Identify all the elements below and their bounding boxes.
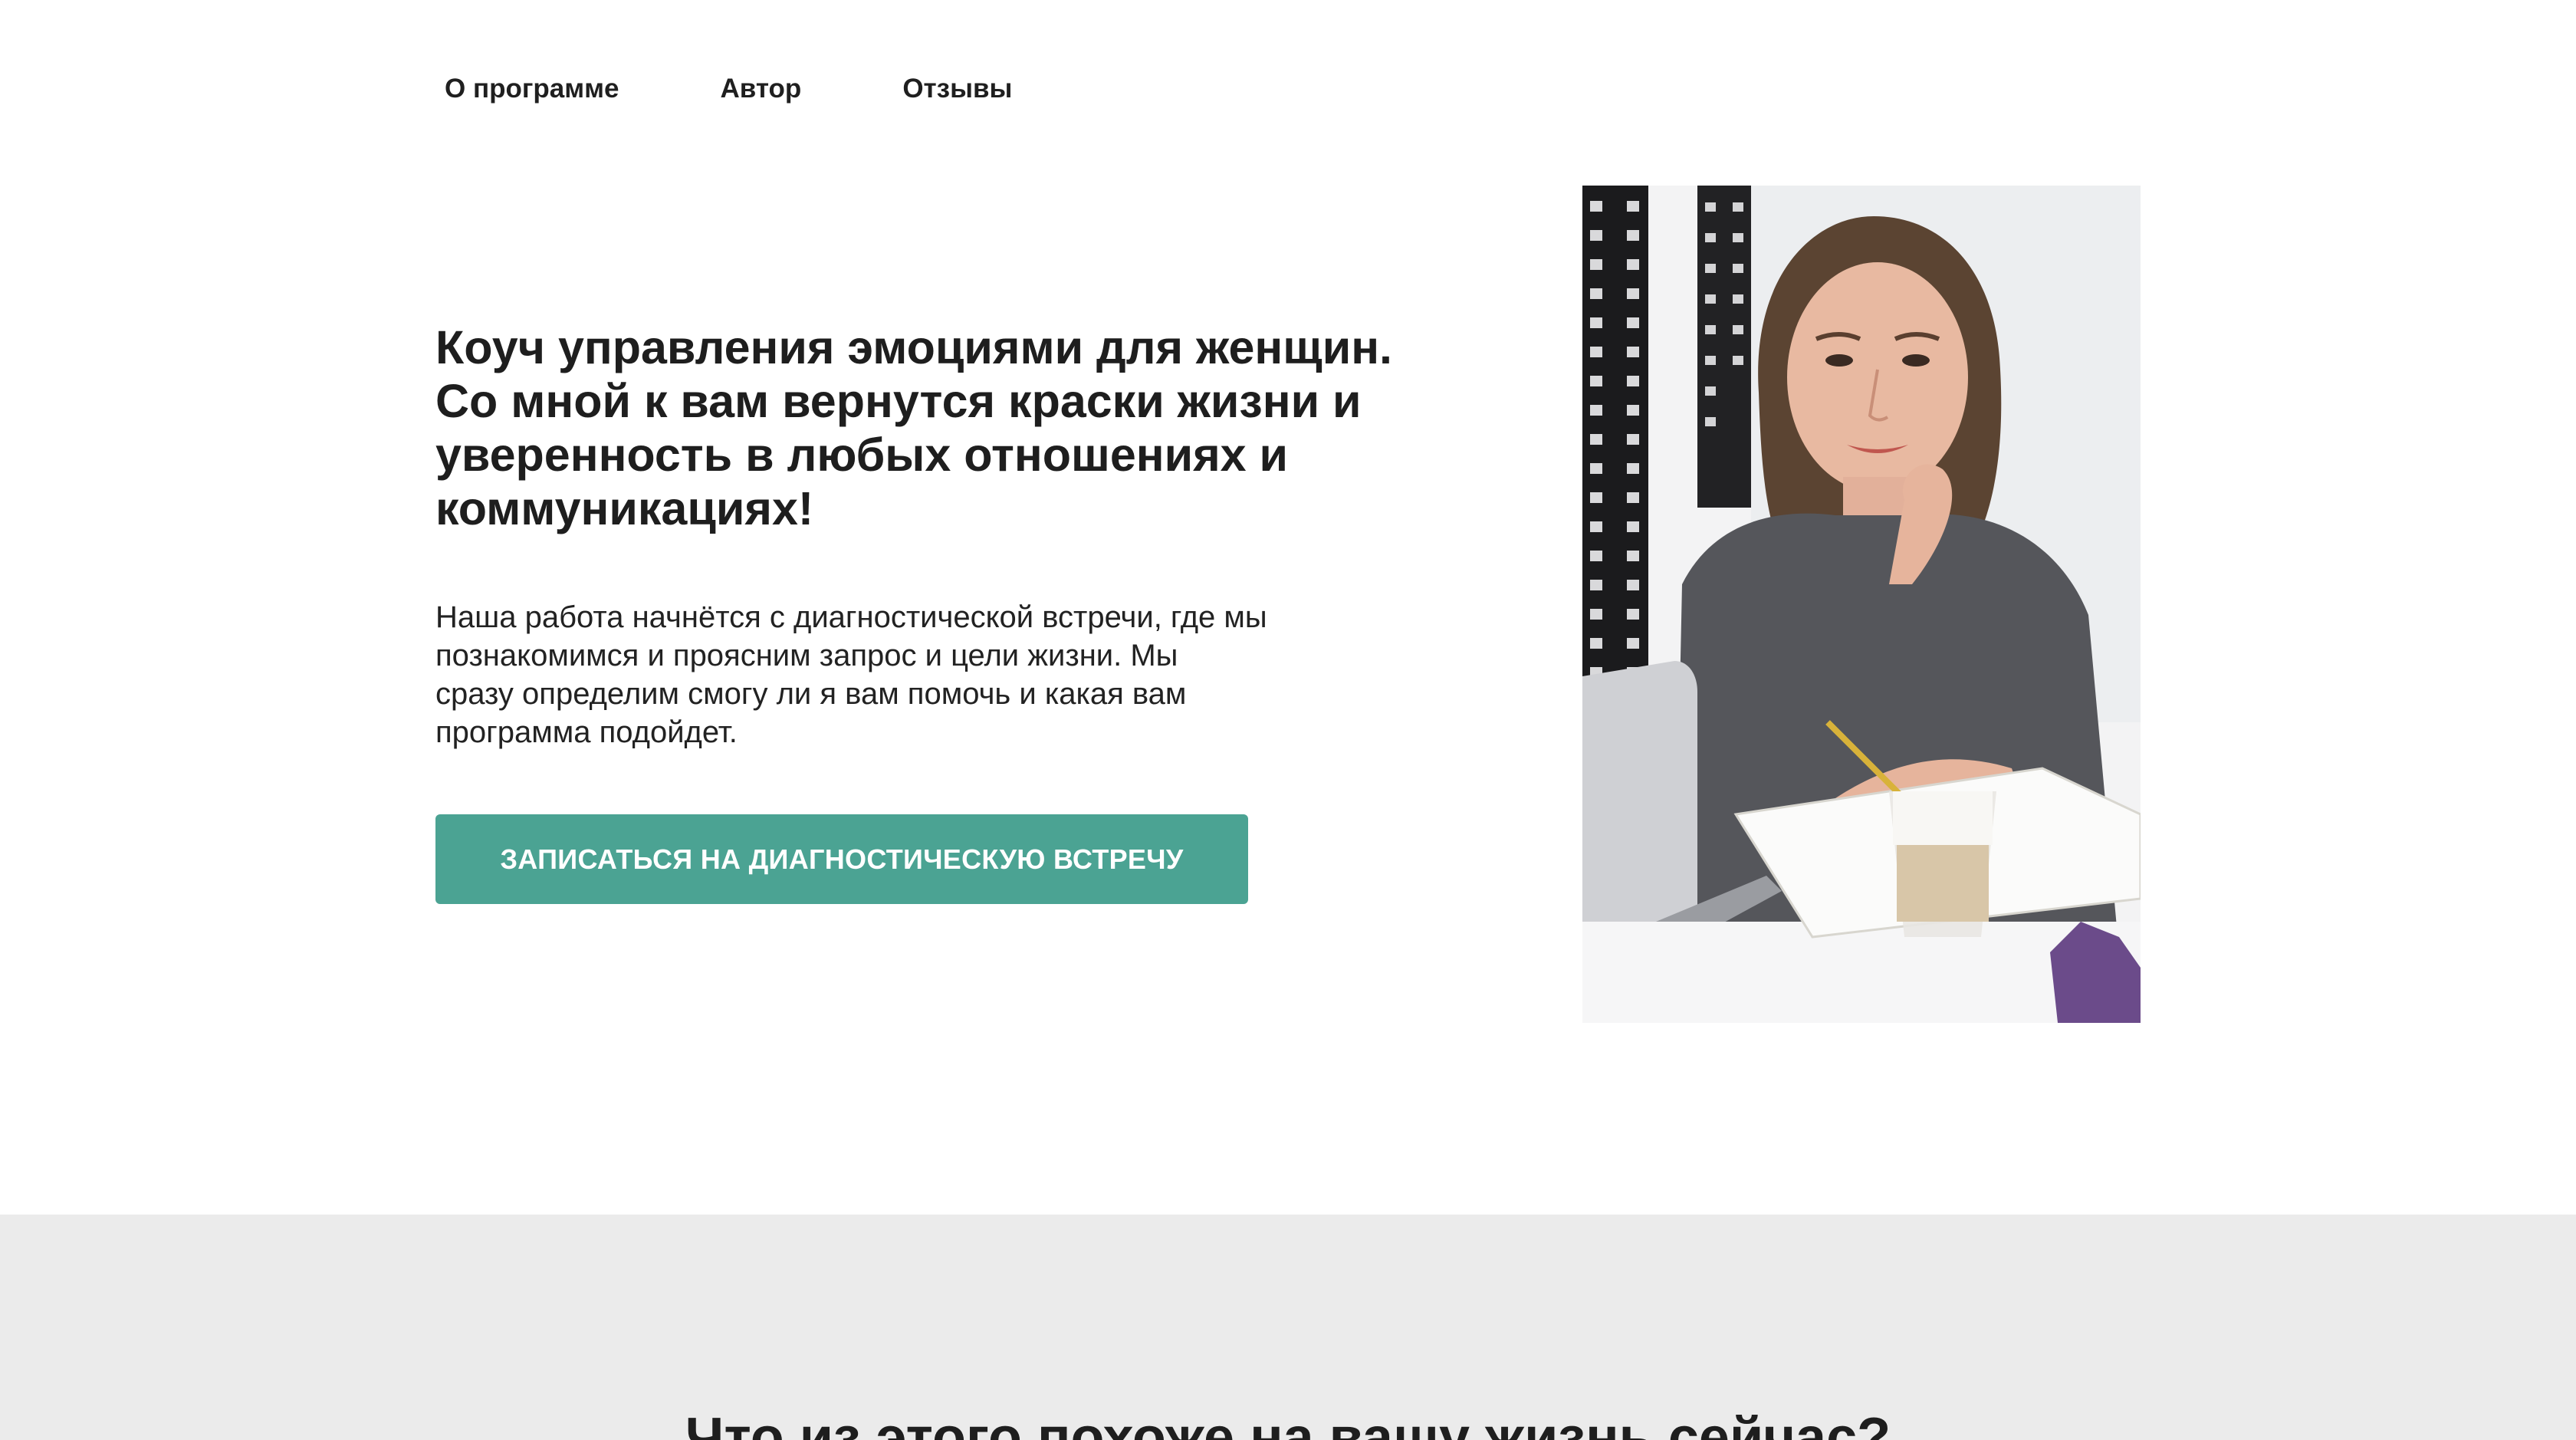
- section-title: Что из этого похоже на вашу жизнь сейчас…: [685, 1407, 1891, 1440]
- nav-item-author[interactable]: Автор: [721, 74, 802, 104]
- portrait-photo-icon: [1582, 186, 2141, 1023]
- hero-title: Коуч управления эмоциями для женщин. Со …: [435, 321, 1392, 534]
- section-questions: Что из этого похоже на вашу жизнь сейчас…: [0, 1215, 2576, 1440]
- author-photo: [1582, 186, 2141, 1023]
- top-nav: О программе Автор Отзывы: [445, 74, 1012, 104]
- book-diagnostic-button[interactable]: ЗАПИСАТЬСЯ НА ДИАГНОСТИЧЕСКУЮ ВСТРЕЧУ: [435, 814, 1248, 904]
- landing-page: О программе Автор Отзывы Коуч управления…: [0, 0, 2576, 1440]
- nav-item-reviews[interactable]: Отзывы: [902, 74, 1012, 104]
- nav-item-about[interactable]: О программе: [445, 74, 619, 104]
- hero-description: Наша работа начнётся с диагностической в…: [435, 600, 1267, 749]
